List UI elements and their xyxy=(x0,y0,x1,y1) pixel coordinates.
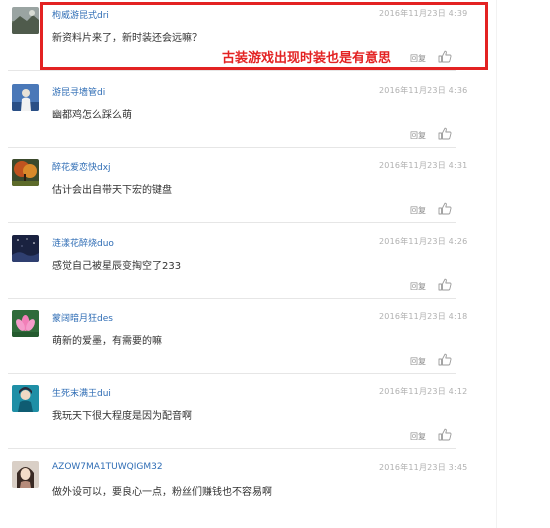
user-avatar[interactable] xyxy=(12,385,39,412)
reply-button[interactable]: 回复 xyxy=(410,431,426,442)
comment-item: 生死末满王dui 2016年11月23日 4:12 我玩天下很大程度是因为配音啊… xyxy=(0,378,467,449)
comment-username[interactable]: 涟漾花醉烧duo xyxy=(52,236,114,249)
comment-divider xyxy=(8,373,456,374)
avatar-night-sky-icon xyxy=(12,235,39,262)
comment-timestamp: 2016年11月23日 4:18 xyxy=(379,312,468,321)
comment-username[interactable]: 醉花爱恋快dxj xyxy=(52,160,111,173)
comment-username[interactable]: 生死末满王dui xyxy=(52,386,111,399)
comment-item: 蒙阔暗月狂des 2016年11月23日 4:18 萌新的爱墨，有需要的嘛 回复 xyxy=(0,303,467,374)
comment-item: 游昆寻墙管di 2016年11月23日 4:36 幽都鸡怎么踩么萌 回复 xyxy=(0,77,467,148)
avatar-character-icon xyxy=(12,385,39,412)
comment-divider xyxy=(8,298,456,299)
thumbs-up-icon xyxy=(438,428,452,441)
comment-username[interactable]: AZOW7MA1TUWQIGM32 xyxy=(52,462,163,472)
content-edge xyxy=(496,0,497,528)
comment-timestamp: 2016年11月23日 4:12 xyxy=(379,387,468,396)
comment-username[interactable]: 蒙阔暗月狂des xyxy=(52,311,113,324)
avatar-autumn-tree-icon xyxy=(12,159,39,186)
like-button[interactable] xyxy=(438,127,452,140)
comment-username[interactable]: 游昆寻墙管di xyxy=(52,85,105,98)
comment-text: 估计会出自带天下宏的键盘 xyxy=(52,185,172,196)
reply-button[interactable]: 回复 xyxy=(410,356,426,367)
thumbs-up-icon xyxy=(438,278,452,291)
user-avatar[interactable] xyxy=(12,84,39,111)
comment-item: 涟漾花醉烧duo 2016年11月23日 4:26 感觉自己被星辰变掏空了233… xyxy=(0,228,467,299)
like-button[interactable] xyxy=(438,202,452,215)
comment-divider xyxy=(8,222,456,223)
thumbs-up-icon xyxy=(438,353,452,366)
avatar-lotus-icon xyxy=(12,310,39,337)
avatar-girl-icon xyxy=(12,461,39,488)
comment-item: 醉花爱恋快dxj 2016年11月23日 4:31 估计会出自带天下宏的键盘 回… xyxy=(0,152,467,223)
user-avatar[interactable] xyxy=(12,235,39,262)
comment-divider xyxy=(8,147,456,148)
like-button[interactable] xyxy=(438,353,452,366)
comment-timestamp: 2016年11月23日 3:45 xyxy=(379,463,468,472)
comment-text: 做外设可以，要良心一点，粉丝们赚钱也不容易啊 xyxy=(52,487,272,498)
comment-divider xyxy=(8,70,456,71)
comment-item: AZOW7MA1TUWQIGM32 2016年11月23日 3:45 做外设可以… xyxy=(0,454,467,524)
comment-feed: 枸威游昆式dri 2016年11月23日 4:39 新资料片来了，新时装还会远嘛… xyxy=(0,0,550,528)
user-avatar[interactable] xyxy=(12,7,39,34)
comment-timestamp: 2016年11月23日 4:36 xyxy=(379,86,468,95)
reply-button[interactable]: 回复 xyxy=(410,130,426,141)
user-avatar[interactable] xyxy=(12,461,39,488)
comment-text: 感觉自己被星辰变掏空了233 xyxy=(52,261,182,272)
comment-timestamp: 2016年11月23日 4:31 xyxy=(379,161,468,170)
thumbs-up-icon xyxy=(438,202,452,215)
comment-text: 萌新的爱墨，有需要的嘛 xyxy=(52,336,162,347)
annotation-text: 古装游戏出现时装也是有意思 xyxy=(222,51,392,66)
reply-button[interactable]: 回复 xyxy=(410,281,426,292)
avatar-landscape-icon xyxy=(12,7,39,34)
like-button[interactable] xyxy=(438,428,452,441)
avatar-figure-icon xyxy=(12,84,39,111)
user-avatar[interactable] xyxy=(12,159,39,186)
reply-button[interactable]: 回复 xyxy=(410,205,426,216)
like-button[interactable] xyxy=(438,278,452,291)
comment-timestamp: 2016年11月23日 4:26 xyxy=(379,237,468,246)
comment-text: 我玩天下很大程度是因为配音啊 xyxy=(52,411,192,422)
comment-divider xyxy=(8,448,456,449)
thumbs-up-icon xyxy=(438,127,452,140)
user-avatar[interactable] xyxy=(12,310,39,337)
comment-text: 幽都鸡怎么踩么萌 xyxy=(52,110,132,121)
